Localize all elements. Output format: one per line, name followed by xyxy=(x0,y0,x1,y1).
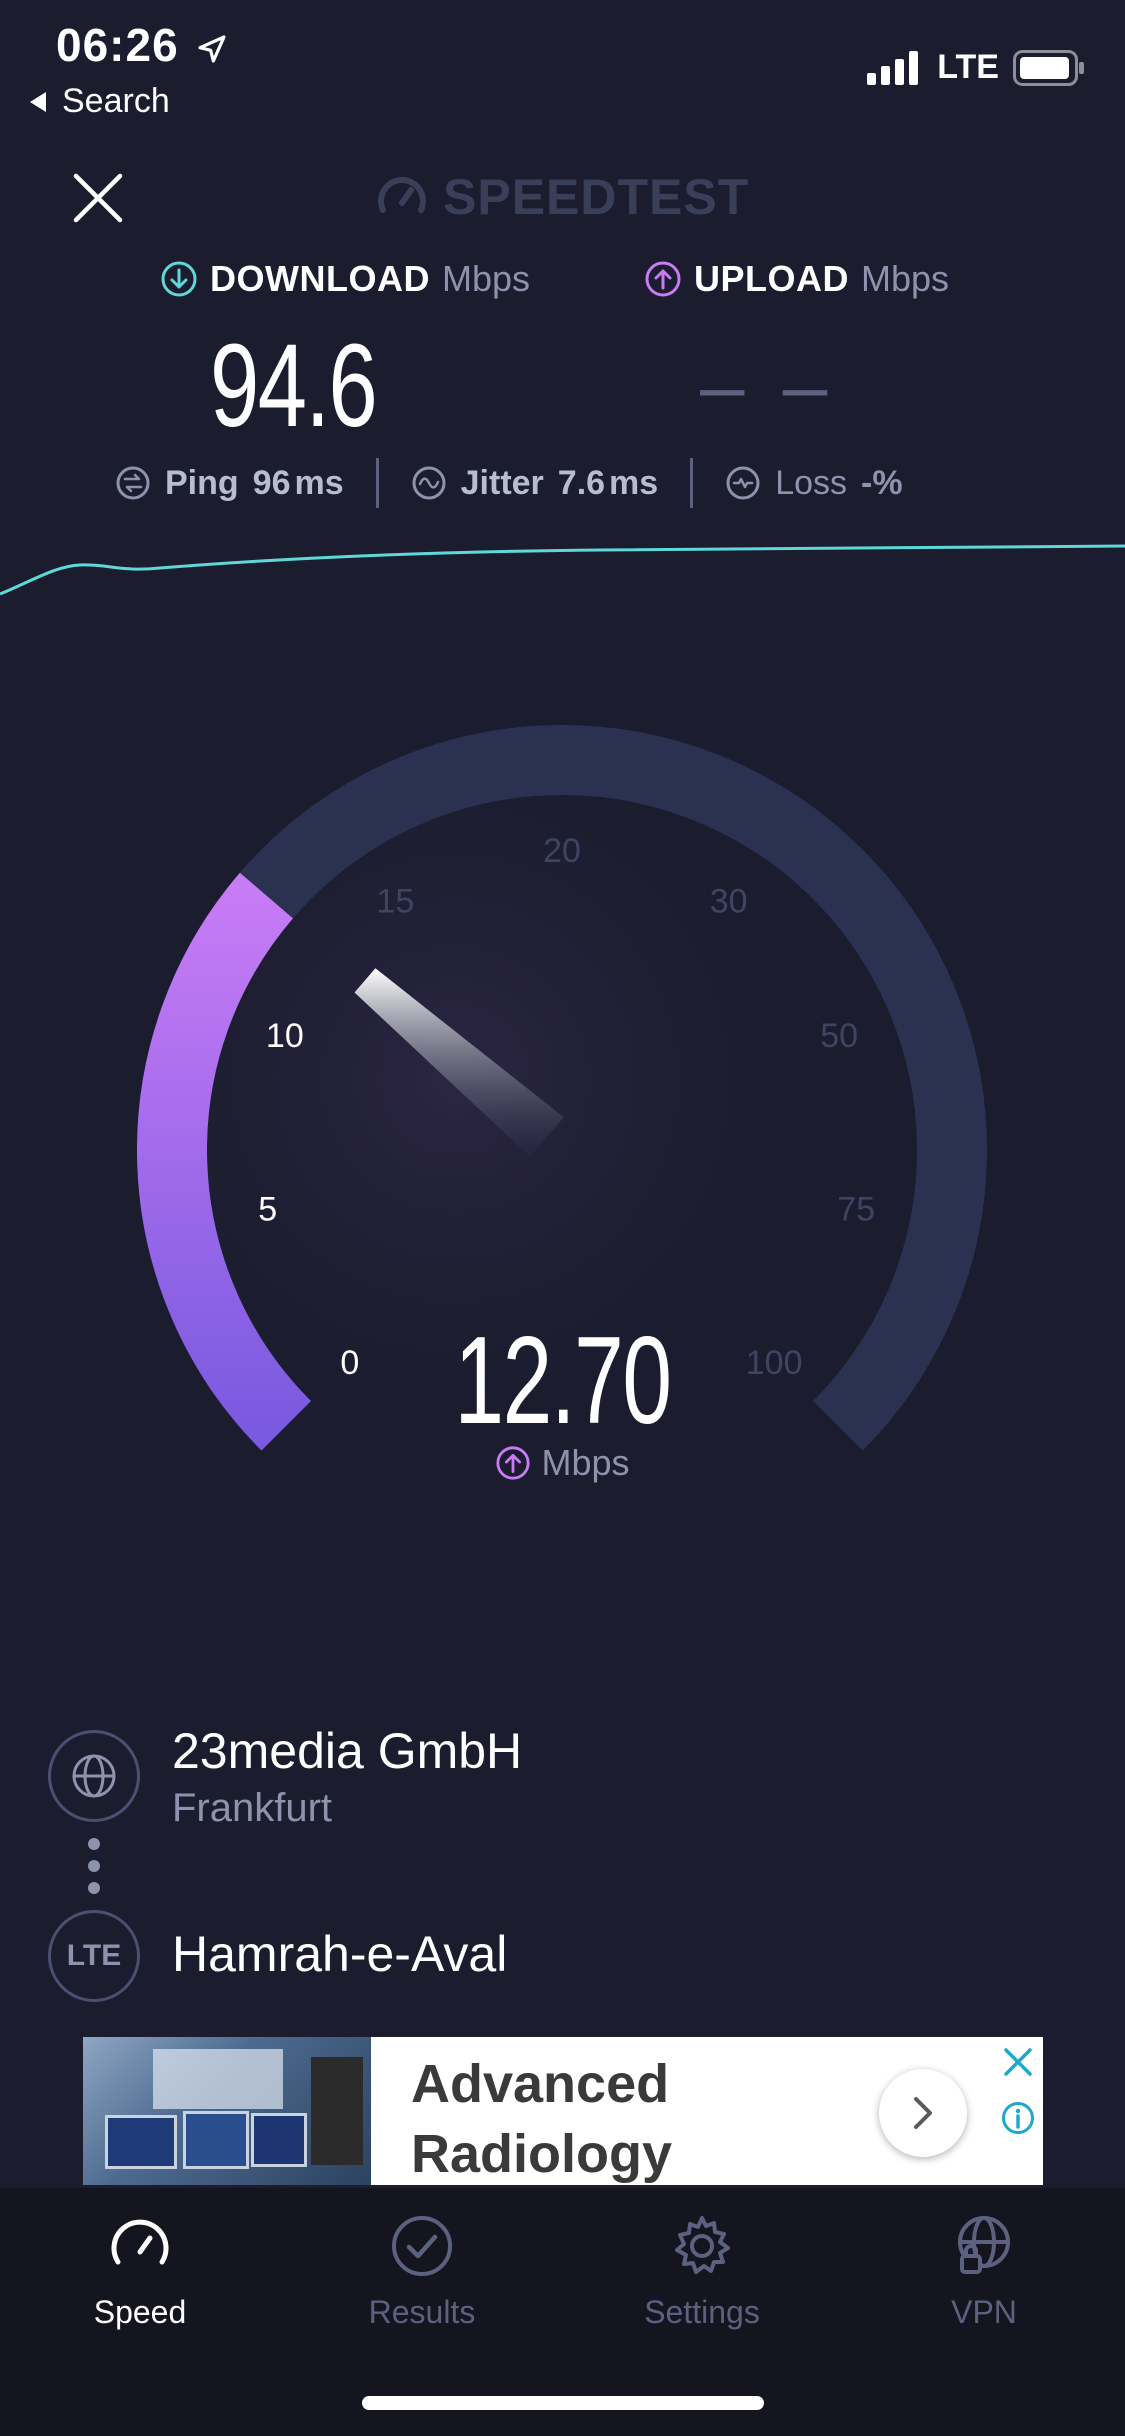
tab-vpn-label: VPN xyxy=(951,2294,1017,2330)
jitter-unit: ms xyxy=(609,463,659,502)
tab-speed-label: Speed xyxy=(93,2294,187,2330)
status-time: 06:26 xyxy=(56,18,228,72)
gauge-unit-label: Mbps xyxy=(541,1442,630,1483)
loss-unit: % xyxy=(872,463,903,502)
tab-results[interactable]: Results xyxy=(322,2212,522,2331)
ad-info-icon[interactable] xyxy=(1001,2101,1035,2135)
ping-unit: ms xyxy=(294,463,344,502)
app-name: SPEEDTEST xyxy=(443,169,750,225)
loss-label: Loss xyxy=(775,463,848,502)
gauge-scale-label: 75 xyxy=(837,1191,875,1229)
download-unit: Mbps xyxy=(441,258,530,299)
back-triangle-icon xyxy=(30,91,46,112)
gauge-current-value: 12.70 xyxy=(454,1312,672,1450)
ad-title[interactable]: Advanced Radiology xyxy=(411,2049,811,2189)
ad-banner[interactable]: Advanced Radiology xyxy=(83,2037,1043,2185)
latency-stats: Ping 96 ms Jitter 7.6 ms Loss -% xyxy=(115,458,995,508)
jitter-stat: Jitter 7.6 ms xyxy=(411,463,659,503)
download-label: DOWNLOAD xyxy=(210,258,430,299)
tab-settings[interactable]: Settings xyxy=(602,2212,802,2331)
gauge-scale-label: 15 xyxy=(376,883,414,921)
stat-divider xyxy=(690,458,694,508)
globe-icon xyxy=(72,1754,116,1798)
gauge-scale-label: 20 xyxy=(543,832,581,870)
ad-close-icon[interactable] xyxy=(1001,2045,1035,2079)
results-icon xyxy=(392,2216,452,2276)
isp-badge-label: LTE xyxy=(66,1939,122,1972)
download-value: 94.6 xyxy=(210,320,378,452)
upload-arrow-icon xyxy=(496,1446,531,1480)
location-arrow-icon xyxy=(198,35,227,63)
server-icon-badge xyxy=(48,1730,140,1822)
back-label: Search xyxy=(62,82,170,120)
speedometer-logo-icon xyxy=(378,177,426,213)
gauge-scale-label: 5 xyxy=(258,1191,277,1229)
gauge-scale-label: 30 xyxy=(710,883,748,921)
download-header: DOWNLOAD Mbps xyxy=(160,258,530,300)
ping-icon xyxy=(116,466,150,500)
tab-vpn[interactable]: VPN xyxy=(884,2212,1084,2331)
ping-value: 96 xyxy=(252,463,291,502)
ad-image[interactable] xyxy=(83,2037,371,2185)
loss-icon xyxy=(726,466,760,500)
chevron-right-icon xyxy=(914,2097,932,2129)
gauge-scale-label: 50 xyxy=(820,1017,858,1055)
home-indicator[interactable] xyxy=(362,2396,764,2410)
tab-settings-label: Settings xyxy=(644,2294,760,2330)
connection-dots xyxy=(88,1838,100,1894)
server-host[interactable]: 23media GmbH xyxy=(172,1722,522,1780)
app-logo: SPEEDTEST xyxy=(375,168,749,226)
jitter-icon xyxy=(412,466,446,500)
isp-name: Hamrah-e-Aval xyxy=(172,1926,508,1982)
vpn-icon xyxy=(958,2216,1010,2274)
battery-icon xyxy=(1013,49,1084,86)
ping-stat: Ping 96 ms xyxy=(115,464,344,503)
upload-label: UPLOAD xyxy=(694,258,849,299)
stat-divider xyxy=(375,458,379,508)
gauge-unit: Mbps xyxy=(0,1442,1125,1484)
loss-stat: Loss -% xyxy=(725,463,903,503)
loss-value: - xyxy=(861,463,873,502)
ad-open-button[interactable] xyxy=(879,2069,967,2157)
close-icon xyxy=(73,173,123,223)
tab-results-label: Results xyxy=(368,2294,476,2330)
close-button[interactable] xyxy=(70,170,126,226)
signal-bars-icon xyxy=(867,50,919,85)
upload-value: – – xyxy=(700,341,836,430)
gauge-scale-label: 10 xyxy=(266,1017,304,1055)
speed-icon xyxy=(111,2219,169,2265)
download-arrow-icon xyxy=(161,261,197,297)
throughput-line xyxy=(0,544,1125,596)
upload-unit: Mbps xyxy=(861,258,950,299)
tab-speed[interactable]: Speed xyxy=(40,2212,240,2331)
status-indicators: LTE xyxy=(867,48,1085,87)
server-city: Frankfurt xyxy=(172,1786,333,1830)
isp-badge: LTE xyxy=(48,1910,140,2002)
upload-header: UPLOAD Mbps xyxy=(644,258,949,300)
upload-arrow-icon xyxy=(645,261,681,297)
jitter-value: 7.6 xyxy=(557,463,606,502)
jitter-label: Jitter xyxy=(460,463,544,502)
throughput-graph xyxy=(0,544,1125,596)
ping-label: Ping xyxy=(165,463,239,502)
back-to-search-link[interactable]: Search xyxy=(28,82,170,121)
network-type: LTE xyxy=(937,48,999,86)
settings-icon xyxy=(675,2216,730,2274)
